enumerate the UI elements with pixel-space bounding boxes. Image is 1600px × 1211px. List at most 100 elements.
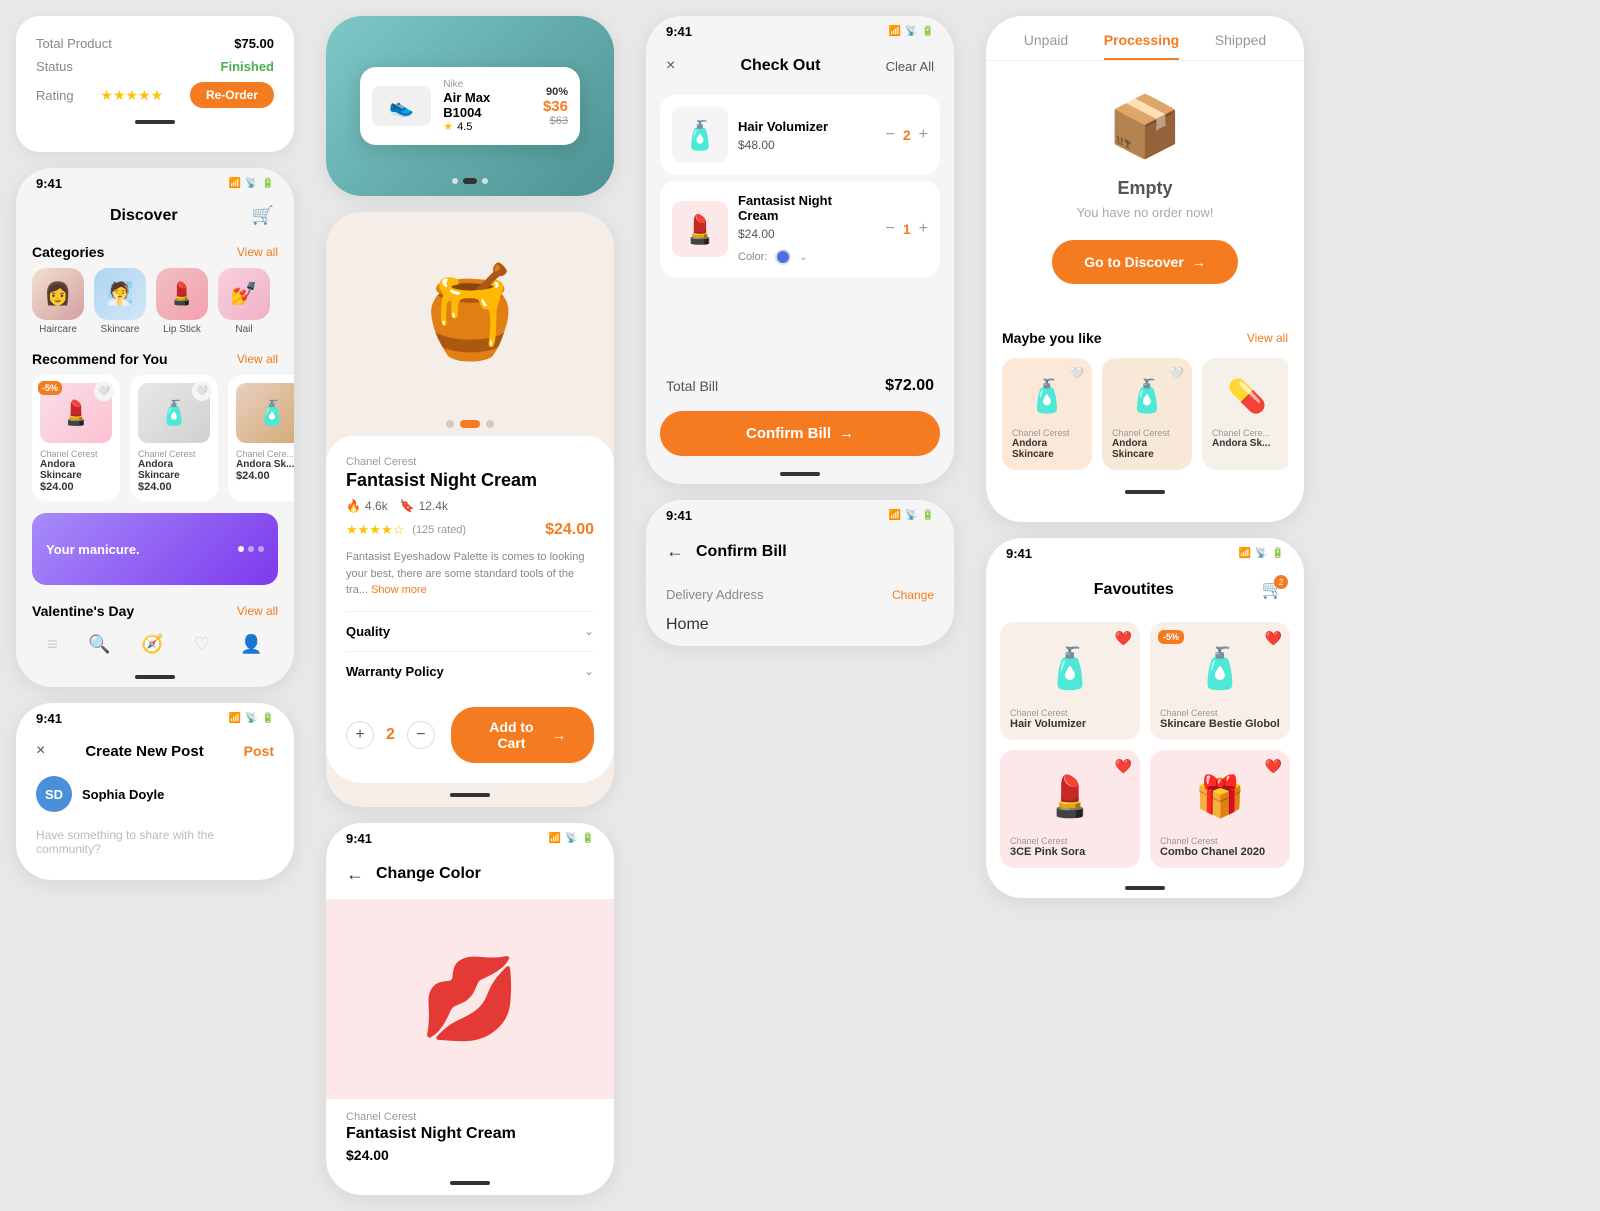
favourites-card: 9:41 📶 📡 🔋 Favoutites 🛒 2 ❤️ 🧴 Chanel Ce… <box>986 538 1304 898</box>
valentine-view-all[interactable]: View all <box>237 604 278 618</box>
fav-brand-3: Chanel Cerest <box>1010 836 1130 846</box>
delivery-change-button[interactable]: Change <box>892 588 934 602</box>
product-detail-card: 🍯 Chanel Cerest Fantasist Night Cream 🔥 … <box>326 212 614 807</box>
star-icon: ★ <box>443 120 453 133</box>
haircare-icon: 👩 <box>32 268 84 320</box>
delivery-value-row: Home <box>646 612 954 646</box>
tab-shipped[interactable]: Shipped <box>1215 32 1266 60</box>
color-chevron-icon[interactable]: ⌄ <box>799 252 807 263</box>
like-card-2[interactable]: 🤍 🧴 Chanel Cerest Andora Skincare <box>1102 358 1192 470</box>
home-indicator-discover <box>135 675 175 679</box>
cart-minus-btn-2[interactable]: − <box>886 220 895 238</box>
fav-product-2[interactable]: -5% ❤️ 🧴 Chanel Cerest Skincare Bestie G… <box>1150 622 1290 740</box>
heart-icon-1[interactable]: 🤍 <box>94 381 114 401</box>
fav-heart-4[interactable]: ❤️ <box>1265 758 1282 775</box>
fav-brand-1: Chanel Cerest <box>1010 708 1130 718</box>
fav-cart-wrapper: 🛒 2 <box>1262 579 1284 600</box>
fav-brand-2: Chanel Cerest <box>1160 708 1280 718</box>
close-post-button[interactable]: × <box>36 742 45 760</box>
qty-minus-button[interactable]: − <box>407 721 435 749</box>
hero-dots <box>326 412 614 436</box>
likes-count: 4.6k <box>365 499 388 513</box>
nike-brand: Nike <box>443 79 531 90</box>
rating-count: (125 rated) <box>412 524 466 536</box>
maybe-like-section: Maybe you like View all 🤍 🧴 Chanel Ceres… <box>986 314 1304 478</box>
arrow-icon-discover: → <box>1192 254 1206 270</box>
color-product-brand: Chanel Cerest <box>326 1099 614 1125</box>
heart-icon-2[interactable]: 🤍 <box>192 381 212 401</box>
post-action-button[interactable]: Post <box>244 743 274 759</box>
fav-badge-2: -5% <box>1158 630 1184 644</box>
product-price-detail: $24.00 <box>545 521 594 539</box>
tab-unpaid[interactable]: Unpaid <box>1024 32 1068 60</box>
fav-heart-2[interactable]: ❤️ <box>1265 630 1282 647</box>
like-card-1[interactable]: 🤍 🧴 Chanel Cerest Andora Skincare <box>1002 358 1092 470</box>
go-discover-button[interactable]: Go to Discover → <box>1052 240 1238 284</box>
cart-plus-btn-2[interactable]: + <box>919 220 928 238</box>
category-lipstick[interactable]: 💄 Lip Stick <box>156 268 208 335</box>
cart-icon[interactable]: 🛒 <box>252 205 274 226</box>
battery-icon-post: 🔋 <box>262 713 274 724</box>
tab-processing[interactable]: Processing <box>1104 32 1179 60</box>
search-nav-icon[interactable]: 🔍 <box>88 634 110 655</box>
product-info-section: Chanel Cerest Fantasist Night Cream 🔥 4.… <box>326 436 614 783</box>
quality-accordion[interactable]: Quality ⌄ <box>346 611 594 651</box>
like-heart-1[interactable]: 🤍 <box>1069 366 1084 380</box>
show-more-button[interactable]: Show more <box>371 584 427 596</box>
nike-inner: 👟 Nike Air Max B1004 ★ 4.5 90% $36 $63 <box>372 79 568 133</box>
home-nav-icon[interactable]: ≡ <box>47 634 58 655</box>
category-skincare[interactable]: 🧖 Skincare <box>94 268 146 335</box>
compass-nav-icon[interactable]: 🧭 <box>141 634 163 655</box>
maybe-like-view-all[interactable]: View all <box>1247 331 1288 345</box>
product-card-2[interactable]: 🤍 🧴 Chanel Cerest Andora Skincare $24.00 <box>130 375 218 501</box>
confirm-bill-card: 9:41 📶 📡 🔋 ← Confirm Bill Delivery Addre… <box>646 500 954 646</box>
category-nails[interactable]: 💅 Nail <box>218 268 270 335</box>
reorder-button[interactable]: Re-Order <box>190 82 274 108</box>
fav-product-4[interactable]: ❤️ 🎁 Chanel Cerest Combo Chanel 2020 <box>1150 750 1290 868</box>
nike-rating: ★ 4.5 <box>443 120 531 133</box>
quality-chevron-icon: ⌄ <box>584 624 594 638</box>
qty-plus-button[interactable]: + <box>346 721 374 749</box>
confirm-bill-button[interactable]: Confirm Bill → <box>660 411 940 456</box>
change-color-title: Change Color <box>376 865 481 883</box>
like-card-3[interactable]: 💊 Chanel Cere... Andora Sk... <box>1202 358 1288 470</box>
home-indicator-detail <box>450 793 490 797</box>
profile-nav-icon[interactable]: 👤 <box>240 634 262 655</box>
back-button-confirm[interactable]: ← <box>666 541 684 562</box>
fav-heart-3[interactable]: ❤️ <box>1115 758 1132 775</box>
clear-all-button[interactable]: Clear All <box>886 59 934 74</box>
close-checkout-button[interactable]: × <box>666 57 675 75</box>
cart-qty-controls-1: − 2 + <box>886 126 928 144</box>
categories-view-all[interactable]: View all <box>237 245 278 259</box>
nike-card[interactable]: 👟 Nike Air Max B1004 ★ 4.5 90% $36 $63 <box>360 67 580 145</box>
fav-heart-1[interactable]: ❤️ <box>1115 630 1132 647</box>
cart-plus-btn-1[interactable]: + <box>919 126 928 144</box>
cart-item-image-2: 💄 <box>672 201 728 257</box>
product-card-1[interactable]: -5% 🤍 💄 Chanel Cerest Andora Skincare $2… <box>32 375 120 501</box>
product-card-3[interactable]: 🧴 Chanel Cere... Andora Sk... $24.00 <box>228 375 294 501</box>
fav-product-3[interactable]: ❤️ 💄 Chanel Cerest 3CE Pink Sora <box>1000 750 1140 868</box>
nike-product-image: 👟 <box>372 86 431 126</box>
home-indicator <box>135 120 175 124</box>
color-label: Color: <box>738 251 767 263</box>
wifi-icon-checkout: 📡 <box>905 26 917 37</box>
add-to-cart-button[interactable]: Add to Cart → <box>451 707 594 763</box>
back-button-color[interactable]: ← <box>346 864 364 885</box>
color-dot <box>775 249 791 265</box>
heart-nav-icon[interactable]: ♡ <box>194 634 210 655</box>
cart-minus-btn-1[interactable]: − <box>886 126 895 144</box>
recommend-view-all[interactable]: View all <box>237 352 278 366</box>
fav-product-1[interactable]: ❤️ 🧴 Chanel Cerest Hair Volumizer <box>1000 622 1140 740</box>
product-brand-2: Chanel Cerest <box>138 449 210 459</box>
fav-image-4: 🎁 <box>1160 760 1280 832</box>
likes-stat: 🔥 4.6k <box>346 499 388 513</box>
bookmark-icon: 🔖 <box>400 499 415 513</box>
orders-card: Unpaid Processing Shipped 📦 Empty You ha… <box>986 16 1304 522</box>
like-heart-2[interactable]: 🤍 <box>1169 366 1184 380</box>
checkout-title: Check Out <box>740 57 820 75</box>
warranty-accordion[interactable]: Warranty Policy ⌄ <box>346 651 594 691</box>
category-haircare[interactable]: 👩 Haircare <box>32 268 84 335</box>
total-product-row: Total Product $75.00 <box>36 32 274 55</box>
post-input[interactable]: Have something to share with the communi… <box>16 820 294 864</box>
discount-pct: 90% <box>543 86 568 98</box>
